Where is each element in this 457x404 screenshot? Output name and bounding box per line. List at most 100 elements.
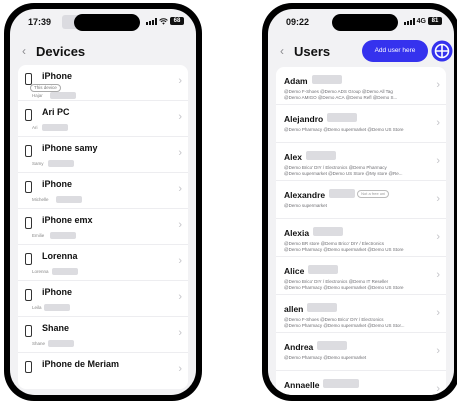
device-row[interactable]: iPhone Michelle › xyxy=(18,173,188,209)
back-chevron-icon[interactable]: ‹ xyxy=(280,45,284,57)
phone-device-icon xyxy=(25,361,32,373)
redacted-text xyxy=(50,232,76,239)
device-name: iPhone xyxy=(42,287,73,297)
device-row[interactable]: iPhone Leila › xyxy=(18,281,188,317)
add-user-button[interactable] xyxy=(431,40,453,62)
user-name: Alejandro xyxy=(284,114,324,124)
device-name: Ari PC xyxy=(42,107,70,117)
phone-frame-devices: 17:39 68 ‹ Devices iPhone This device Ha… xyxy=(4,3,202,401)
page-title: Users xyxy=(294,44,331,59)
redacted-text xyxy=(305,151,336,161)
phone-device-icon xyxy=(25,289,32,301)
user-name: Adam xyxy=(284,76,308,86)
redacted-text xyxy=(50,92,76,99)
device-name: iPhone xyxy=(42,71,73,81)
user-row[interactable]: Adam @Demo F-Shoes @Demo ADS Group @Demo… xyxy=(276,67,446,105)
redacted-text xyxy=(327,113,358,123)
phone-device-icon xyxy=(25,253,32,265)
chevron-right-icon: › xyxy=(178,147,182,159)
device-row[interactable]: iPhone This device Hajar › xyxy=(18,65,188,101)
chevron-right-icon: › xyxy=(178,111,182,123)
user-name: Alice xyxy=(284,266,305,276)
phone-frame-users: 09:22 4G 81 ‹ Users Add user here Adam @… xyxy=(262,3,457,401)
device-row[interactable]: Shane Shane › xyxy=(18,317,188,353)
user-groups: @Demo Pharmacy @Demo supermarket @Demo U… xyxy=(284,127,404,132)
devices-screen: 17:39 68 ‹ Devices iPhone This device Ha… xyxy=(10,9,196,395)
phone-device-icon xyxy=(25,109,32,121)
user-list: Adam @Demo F-Shoes @Demo ADS Group @Demo… xyxy=(276,67,446,395)
user-groups: @Demo supermarket xyxy=(284,203,327,208)
user-groups: @Demo AMIGO @Demo ACA @Demo Refl @Demo S… xyxy=(284,95,398,100)
phone-device-icon xyxy=(25,145,32,157)
redacted-text xyxy=(313,227,344,237)
users-screen: 09:22 4G 81 ‹ Users Add user here Adam @… xyxy=(268,9,454,395)
user-row[interactable]: Alejandro @Demo Pharmacy @Demo supermark… xyxy=(276,105,446,143)
device-owner: Lorenna xyxy=(32,269,49,274)
chevron-right-icon: › xyxy=(178,183,182,195)
phone-device-icon xyxy=(25,181,32,193)
device-name: Lorenna xyxy=(42,251,78,261)
add-user-tooltip: Add user here xyxy=(362,40,428,62)
status-time: 17:39 xyxy=(28,17,52,27)
device-name: iPhone emx xyxy=(42,215,93,225)
user-row[interactable]: Alice @Demo Brico' DIY / Electronics @De… xyxy=(276,257,446,295)
redacted-text xyxy=(42,124,68,131)
device-row[interactable]: Lorenna Lorenna › xyxy=(18,245,188,281)
back-chevron-icon[interactable]: ‹ xyxy=(22,45,26,57)
dynamic-island xyxy=(74,14,140,31)
redacted-text xyxy=(52,268,78,275)
signal-icon xyxy=(146,17,157,25)
user-name: Alexandre xyxy=(284,190,326,200)
phone-device-icon xyxy=(25,217,32,229)
device-owner: Hajar xyxy=(32,93,43,98)
redacted-text xyxy=(323,379,360,389)
user-name: Alexia xyxy=(284,228,310,238)
device-row[interactable]: iPhone de Meriam › xyxy=(18,353,188,389)
device-row[interactable]: Ari PC Ari › xyxy=(18,101,188,137)
user-groups: @Demo Pharmacy @Demo supermarket @Demo U… xyxy=(284,247,404,252)
redacted-text xyxy=(48,160,74,167)
device-owner: Leila xyxy=(32,305,42,310)
chevron-right-icon: › xyxy=(178,255,182,267)
user-groups: @Demo Pharmacy @Demo supermarket xyxy=(284,355,367,360)
device-row[interactable]: iPhone samy Samy › xyxy=(18,137,188,173)
nav-bar: ‹ Devices xyxy=(10,39,196,65)
device-owner: Shane xyxy=(32,341,46,346)
user-groups: @Demo Pharmacy @Demo supermarket @Demo U… xyxy=(284,285,404,290)
chevron-right-icon: › xyxy=(178,291,182,303)
user-name: Andrea xyxy=(284,342,314,352)
redacted-text xyxy=(48,340,74,347)
user-row[interactable]: Alex @Demo Brico' DIY / Electronics @Dem… xyxy=(276,143,446,181)
chevron-right-icon: › xyxy=(436,231,440,243)
user-row[interactable]: allen @Demo F-Shoes @Demo Brico' DIY / E… xyxy=(276,295,446,333)
network-label: 4G xyxy=(416,17,426,25)
page-title: Devices xyxy=(36,44,86,59)
user-name: Alex xyxy=(284,152,302,162)
user-groups: @Demo Pharmacy @Demo supermarket @Demo U… xyxy=(284,323,405,328)
chevron-right-icon: › xyxy=(436,383,440,395)
dynamic-island xyxy=(332,14,398,31)
chevron-right-icon: › xyxy=(178,219,182,231)
user-row[interactable]: Alexia @Demo BR store @Demo Brico' DIY /… xyxy=(276,219,446,257)
status-icons: 4G 81 xyxy=(403,17,442,25)
battery-icon: 81 xyxy=(428,17,442,25)
redacted-text xyxy=(56,196,82,203)
user-groups: @Demo supermarket @Demo US Store @My sto… xyxy=(284,171,403,176)
redacted-text xyxy=(307,303,338,313)
user-row[interactable]: Annaelle › xyxy=(276,371,446,395)
chevron-right-icon: › xyxy=(178,363,182,375)
device-row[interactable]: iPhone emx Emilie › xyxy=(18,209,188,245)
user-row[interactable]: Alexandre Not a free uni @Demo supermarke… xyxy=(276,181,446,219)
user-tag: Not a free uni xyxy=(357,189,390,198)
device-owner: Michelle xyxy=(32,197,49,202)
device-owner: Ari xyxy=(32,125,38,130)
signal-icon xyxy=(403,17,415,25)
battery-icon: 68 xyxy=(170,17,184,25)
user-row[interactable]: Andrea @Demo Pharmacy @Demo supermarket … xyxy=(276,333,446,371)
device-owner: Samy xyxy=(32,161,44,166)
user-name: Annaelle xyxy=(284,380,320,390)
chevron-right-icon: › xyxy=(178,75,182,87)
status-bar: 09:22 4G 81 xyxy=(268,9,454,33)
nav-bar: ‹ Users Add user here xyxy=(268,39,454,65)
chevron-right-icon: › xyxy=(436,155,440,167)
